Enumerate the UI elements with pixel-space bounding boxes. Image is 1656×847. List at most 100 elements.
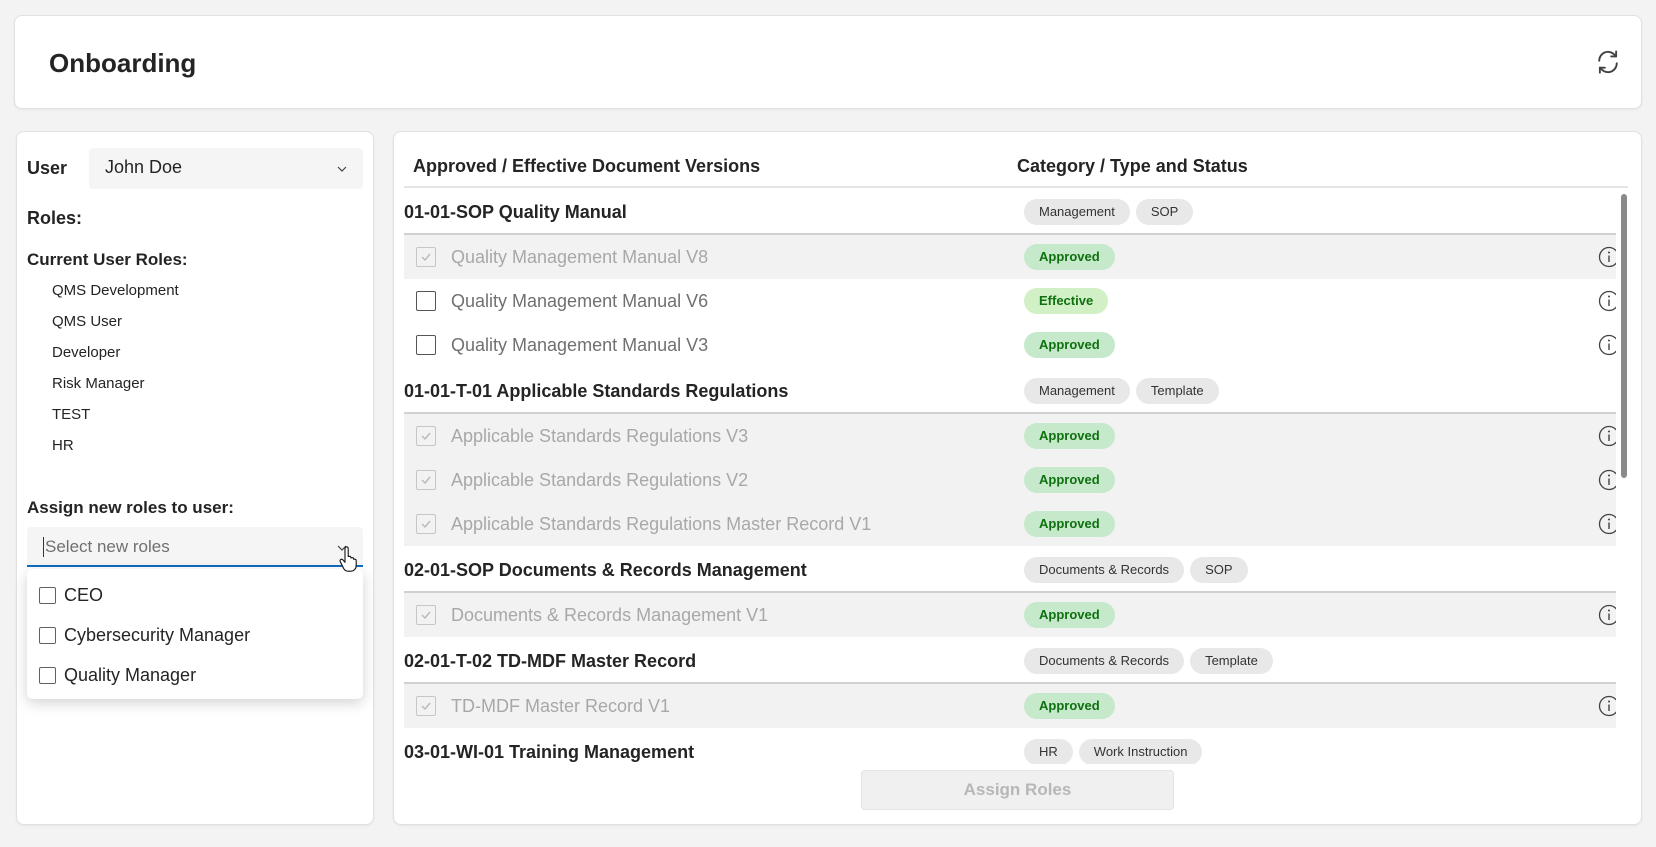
category-tag: Documents & Records <box>1024 648 1185 674</box>
version-name: Applicable Standards Regulations Master … <box>451 514 872 534</box>
info-icon[interactable] <box>1598 246 1616 268</box>
version-name: Applicable Standards Regulations V2 <box>451 470 749 490</box>
current-role-item: HR <box>52 437 74 454</box>
checkmark-icon <box>421 520 431 529</box>
info-icon[interactable] <box>1598 334 1616 356</box>
document-group-row: 01-01-T-01 Applicable Standards Regulati… <box>404 367 1616 414</box>
version-row: Applicable Standards Regulations Master … <box>404 502 1616 546</box>
document-group-row: 03-01-WI-01 Training Management HR Work … <box>404 728 1616 764</box>
role-option-checkbox[interactable] <box>39 586 56 604</box>
roles-label: Roles: <box>27 208 83 228</box>
category-column-header: Category / Type and Status <box>1017 156 1248 176</box>
document-list[interactable]: 01-01-SOP Quality Manual Management SOP … <box>404 188 1616 764</box>
info-icon[interactable] <box>1598 695 1616 717</box>
document-group-row: 02-01-T-02 TD-MDF Master Record Document… <box>404 637 1616 684</box>
version-checkbox <box>416 605 436 625</box>
category-tag: Management <box>1024 378 1130 404</box>
role-option-checkbox[interactable] <box>39 626 56 644</box>
checkmark-icon <box>421 702 431 711</box>
current-role-item: Developer <box>52 344 121 361</box>
version-name: Quality Management Manual V8 <box>451 247 709 267</box>
document-group-title: 02-01-SOP Documents & Records Management <box>404 560 807 580</box>
version-row: TD-MDF Master Record V1 Approved <box>404 684 1616 728</box>
category-tag: HR <box>1024 739 1073 764</box>
status-badge: Approved <box>1024 244 1115 270</box>
version-checkbox <box>416 247 436 267</box>
version-name: Documents & Records Management V1 <box>451 605 769 625</box>
hand-cursor-icon <box>339 546 357 572</box>
current-role-item: TEST <box>52 406 91 423</box>
status-badge: Approved <box>1024 602 1115 628</box>
user-select-value: John Doe <box>105 157 183 177</box>
status-badge: Approved <box>1024 511 1115 537</box>
role-option-cybersecurity-manager[interactable]: Cybersecurity Manager <box>27 615 363 655</box>
version-checkbox <box>416 470 436 490</box>
version-checkbox <box>416 514 436 534</box>
version-checkbox <box>416 426 436 446</box>
checkmark-icon <box>421 611 431 620</box>
type-tag: Template <box>1135 378 1219 404</box>
document-group-row: 02-01-SOP Documents & Records Management… <box>404 546 1616 593</box>
info-icon[interactable] <box>1598 425 1616 447</box>
current-roles-list: QMS Development QMS User Developer Risk … <box>52 282 179 468</box>
documents-panel: Approved / Effective Document Versions C… <box>393 131 1642 825</box>
version-name: Quality Management Manual V6 <box>451 291 709 311</box>
version-row: Applicable Standards Regulations V3 Appr… <box>404 414 1616 458</box>
current-role-item: Risk Manager <box>52 375 145 392</box>
version-row: Quality Management Manual V8 Approved <box>404 235 1616 279</box>
version-name: Quality Management Manual V3 <box>451 335 709 355</box>
info-icon[interactable] <box>1598 290 1616 312</box>
new-roles-combobox[interactable] <box>27 527 363 567</box>
role-option-label: Cybersecurity Manager <box>64 624 251 645</box>
version-row[interactable]: Quality Management Manual V6 Effective <box>404 279 1616 323</box>
current-role-item: QMS Development <box>52 282 179 299</box>
type-tag: Work Instruction <box>1078 739 1203 764</box>
checkmark-icon <box>421 476 431 485</box>
current-role-item: QMS User <box>52 313 123 330</box>
role-option-quality-manager[interactable]: Quality Manager <box>27 655 363 695</box>
category-tag: Documents & Records <box>1024 557 1185 583</box>
info-icon[interactable] <box>1598 513 1616 535</box>
info-icon[interactable] <box>1598 604 1616 626</box>
version-checkbox[interactable] <box>416 335 436 355</box>
list-scrollbar[interactable] <box>1621 194 1627 478</box>
roles-dropdown: CEO Cybersecurity Manager Quality Manage… <box>27 569 363 699</box>
status-badge: Effective <box>1024 288 1109 314</box>
user-label: User <box>27 158 68 178</box>
version-row: Documents & Records Management V1 Approv… <box>404 593 1616 637</box>
current-roles-label: Current User Roles: <box>27 250 188 269</box>
role-option-checkbox[interactable] <box>39 666 56 684</box>
document-group-title: 03-01-WI-01 Training Management <box>404 742 695 762</box>
user-panel: User John Doe Roles: Current User Roles:… <box>16 131 374 825</box>
version-row: Applicable Standards Regulations V2 Appr… <box>404 458 1616 502</box>
info-icon[interactable] <box>1598 469 1616 491</box>
role-option-ceo[interactable]: CEO <box>27 575 363 615</box>
checkmark-icon <box>421 432 431 441</box>
type-tag: SOP <box>1135 199 1194 225</box>
type-tag: Template <box>1190 648 1273 674</box>
chevron-down-icon <box>337 166 347 172</box>
page-title: Onboarding <box>49 48 197 78</box>
version-name: Applicable Standards Regulations V3 <box>451 426 749 446</box>
versions-column-header: Approved / Effective Document Versions <box>413 156 761 176</box>
document-group-title: 02-01-T-02 TD-MDF Master Record <box>404 651 697 671</box>
role-option-label: CEO <box>64 584 104 605</box>
status-badge: Approved <box>1024 693 1115 719</box>
version-checkbox <box>416 696 436 716</box>
checkmark-icon <box>421 253 431 262</box>
type-tag: SOP <box>1190 557 1248 583</box>
status-badge: Approved <box>1024 467 1115 493</box>
assign-roles-label: Assign new roles to user: <box>27 498 234 517</box>
category-tag: Management <box>1024 199 1130 225</box>
version-checkbox[interactable] <box>416 291 436 311</box>
document-group-title: 01-01-SOP Quality Manual <box>404 202 627 222</box>
user-select[interactable]: John Doe <box>89 148 363 189</box>
new-roles-input[interactable] <box>43 537 313 557</box>
version-row[interactable]: Quality Management Manual V3 Approved <box>404 323 1616 367</box>
assign-roles-button[interactable]: Assign Roles <box>861 770 1174 810</box>
refresh-icon[interactable] <box>1593 47 1623 77</box>
status-badge: Approved <box>1024 423 1115 449</box>
status-badge: Approved <box>1024 332 1115 358</box>
document-group-title: 01-01-T-01 Applicable Standards Regulati… <box>404 381 789 401</box>
header-card: Onboarding <box>14 15 1642 109</box>
